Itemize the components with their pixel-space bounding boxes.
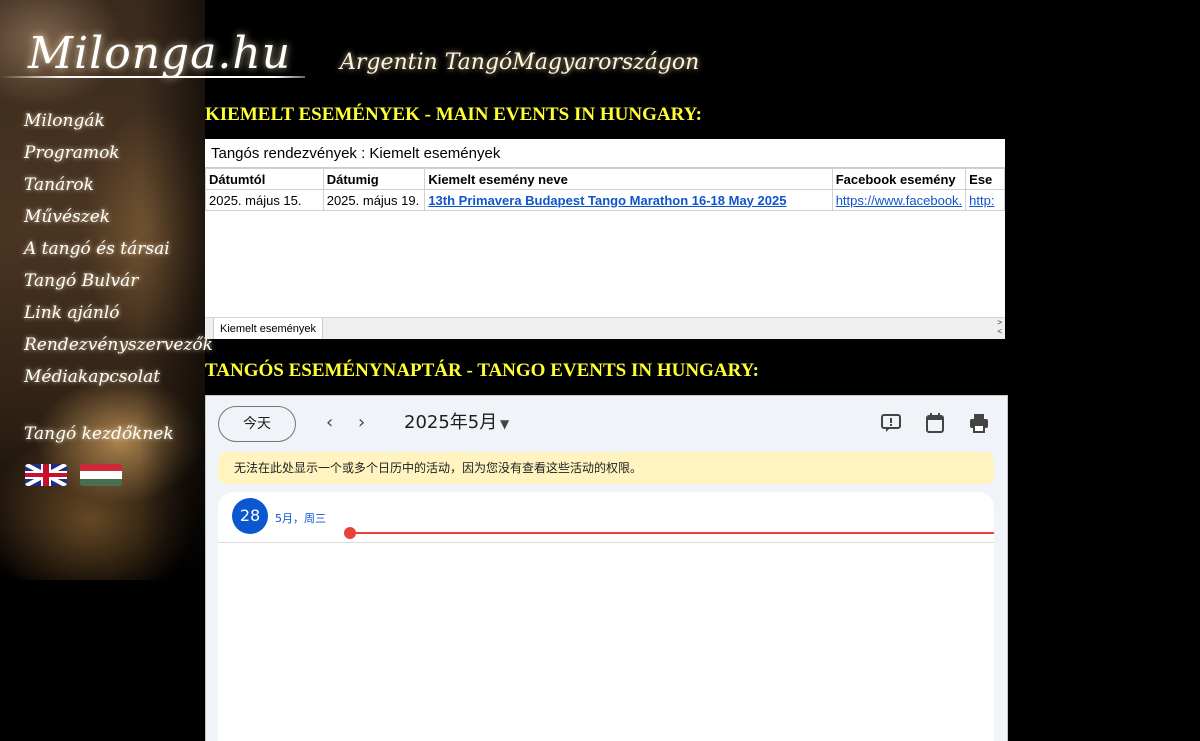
feedback-icon[interactable] [880, 412, 902, 434]
english-flag-icon[interactable] [25, 464, 67, 486]
day-divider [218, 542, 994, 543]
event-link[interactable]: 13th Primavera Budapest Tango Marathon 1… [428, 193, 786, 208]
next-month-icon[interactable]: › [358, 410, 365, 436]
main-events-heading: KIEMELT ESEMÉNYEK - MAIN EVENTS IN HUNGA… [205, 104, 702, 125]
flag-stripe-green [80, 478, 122, 486]
hungarian-flag-icon[interactable] [80, 464, 122, 486]
column-header: Kiemelt esemény neve [424, 168, 833, 190]
prev-month-icon[interactable]: ‹ [326, 410, 333, 436]
column-header: Dátumtól [205, 168, 324, 190]
current-time-dot [344, 527, 356, 539]
sheet-tab-bar: Kiemelt események > < [205, 317, 1005, 339]
cell-event-name: 13th Primavera Budapest Tango Marathon 1… [424, 189, 833, 211]
month-label[interactable]: 2025年5月 [404, 410, 497, 436]
main-nav: Milongák Programok Tanárok Művészek A ta… [24, 108, 213, 396]
print-icon[interactable] [968, 412, 990, 434]
flag-stripe-red [80, 464, 122, 472]
current-time-line [348, 532, 994, 534]
nav-item-tango-es-tarsai[interactable]: A tangó és társai [24, 236, 213, 268]
cell-event-url: http: [965, 189, 1005, 211]
column-header: Ese [965, 168, 1005, 190]
nav-item-milongak[interactable]: Milongák [24, 108, 213, 140]
google-calendar-embed: 今天 ‹ › 2025年5月 ▼ 无法在此处显示一个或多个日历中的活动，因为您没… [205, 395, 1008, 741]
site-tagline: Argentin TangóMagyarországon [340, 50, 700, 75]
sheet-tab-kiemelt[interactable]: Kiemelt események [213, 318, 323, 339]
cell-date-to: 2025. május 19. [322, 189, 426, 211]
facebook-link[interactable]: https://www.facebook. [836, 193, 962, 208]
nav-item-tango-bulvar[interactable]: Tangó Bulvár [24, 268, 213, 300]
table-header-row: Dátumtól Dátumig Kiemelt esemény neve Fa… [205, 168, 1005, 190]
nav-item-link-ajanlo[interactable]: Link ajánló [24, 300, 213, 332]
flag-stripe-white [80, 471, 122, 479]
calendar-heading: TANGÓS ESEMÉNYNAPTÁR - TANGO EVENTS IN H… [205, 360, 759, 381]
month-dropdown-icon[interactable]: ▼ [500, 410, 509, 438]
day-label: 5月，周三 [275, 512, 326, 525]
cell-date-from: 2025. május 15. [205, 189, 324, 211]
tab-scroll-arrows[interactable]: > < [997, 318, 1002, 336]
calendar-icon[interactable] [924, 412, 946, 434]
today-button[interactable]: 今天 [218, 406, 296, 442]
cell-facebook: https://www.facebook. [831, 189, 967, 211]
sheet-title: Tangós rendezvények : Kiemelt események [205, 139, 1005, 168]
column-header: Facebook esemény [831, 168, 967, 190]
column-header: Dátumig [322, 168, 426, 190]
nav-item-mediakapcsolat[interactable]: Médiakapcsolat [24, 364, 213, 396]
day-view-panel: 28 5月，周三 [218, 492, 994, 741]
event-url-link[interactable]: http: [969, 193, 994, 208]
site-logo[interactable]: Milonga.hu [28, 28, 291, 79]
logo-underline [0, 76, 305, 78]
table-row: 2025. május 15. 2025. május 19. 13th Pri… [205, 189, 1005, 211]
events-table: Dátumtól Dátumig Kiemelt esemény neve Fa… [205, 168, 1005, 211]
current-day-badge[interactable]: 28 [232, 498, 268, 534]
flag-red-horizontal [25, 473, 67, 477]
nav-item-rendezvenyszervezok[interactable]: Rendezvényszervezők [24, 332, 213, 364]
nav-item-programok[interactable]: Programok [24, 140, 213, 172]
events-spreadsheet[interactable]: Tangós rendezvények : Kiemelt események … [205, 139, 1005, 339]
nav-item-tango-kezdoknek[interactable]: Tangó kezdőknek [24, 424, 174, 444]
nav-item-muveszek[interactable]: Művészek [24, 204, 213, 236]
permission-banner: 无法在此处显示一个或多个日历中的活动，因为您没有查看这些活动的权限。 [218, 452, 994, 484]
nav-item-tanarok[interactable]: Tanárok [24, 172, 213, 204]
